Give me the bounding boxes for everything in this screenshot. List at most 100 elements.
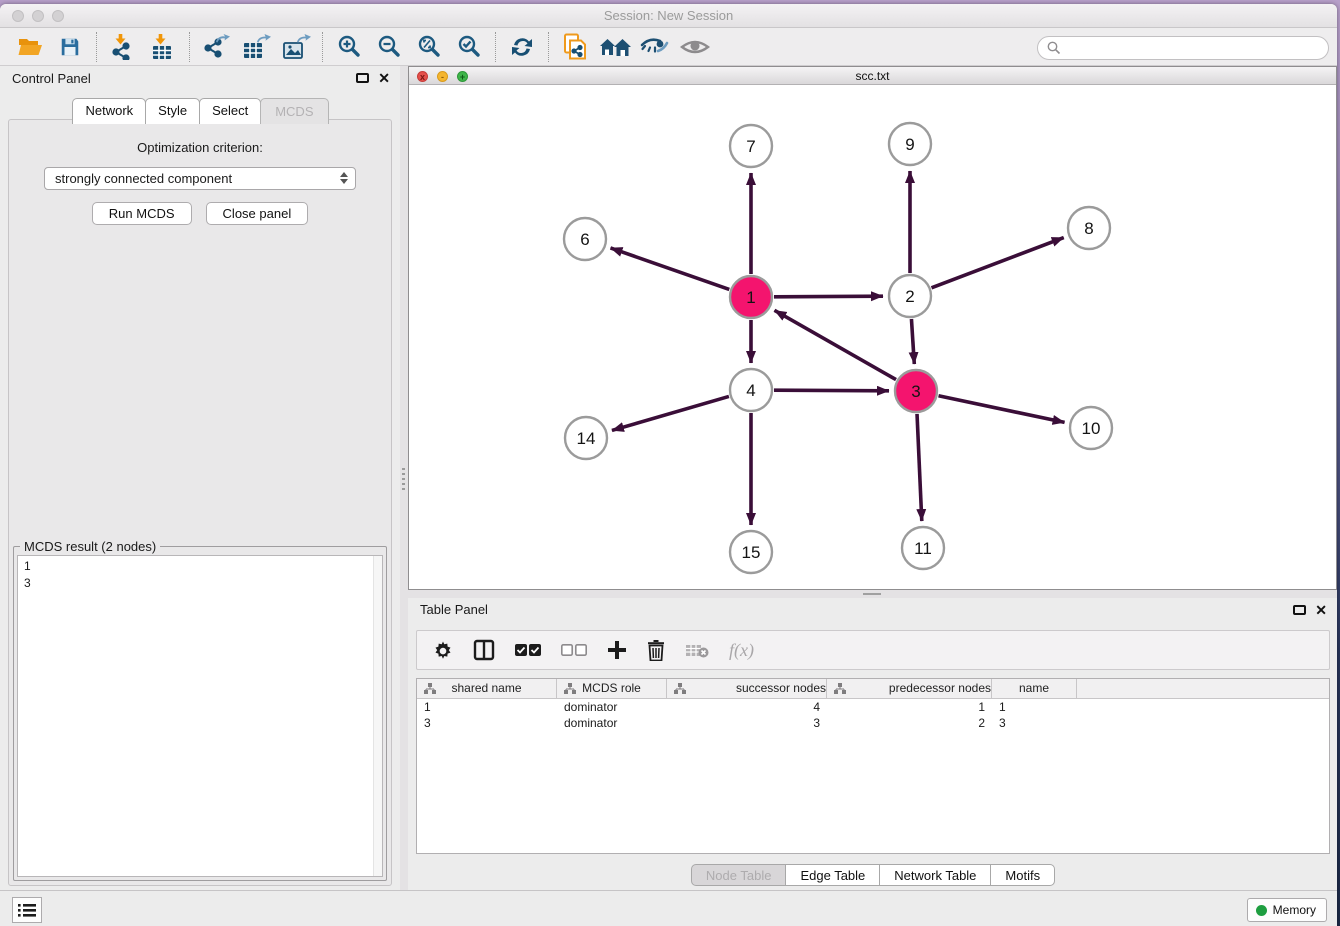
close-window-icon[interactable] (12, 10, 24, 22)
show-all-button[interactable] (675, 31, 715, 63)
net-close-icon[interactable]: x (417, 71, 428, 82)
clone-network-button[interactable] (555, 31, 595, 63)
close-panel-button[interactable]: Close panel (206, 202, 309, 225)
net-maximize-icon[interactable]: + (457, 71, 468, 82)
graph-node-9[interactable]: 9 (889, 123, 931, 165)
edge-1-6[interactable] (610, 248, 729, 290)
column-header-successor-nodes[interactable]: successor nodes (667, 679, 827, 698)
tab-select[interactable]: Select (199, 98, 261, 124)
table-cell[interactable]: 1 (417, 699, 557, 715)
save-session-button[interactable] (50, 31, 90, 63)
graph-node-11[interactable]: 11 (902, 527, 944, 569)
edge-4-14[interactable] (612, 396, 729, 430)
columns-icon (473, 639, 495, 661)
table-cell[interactable]: 1 (827, 699, 992, 715)
network-graph[interactable]: 7 9 6 8 1 2 4 3 14 10 15 11 (409, 86, 1336, 591)
result-scrollbar[interactable] (373, 556, 382, 876)
toggle-column-view-button[interactable] (473, 636, 495, 664)
export-table-button[interactable] (236, 31, 276, 63)
horizontal-splitter[interactable] (408, 590, 1337, 598)
deselect-all-columns-button[interactable] (561, 636, 587, 664)
close-panel-icon[interactable]: ✕ (378, 71, 390, 85)
tab-node-table[interactable]: Node Table (691, 864, 787, 886)
hide-selected-button[interactable] (635, 31, 675, 63)
optimization-select[interactable]: strongly connected component (44, 167, 356, 190)
graph-node-6[interactable]: 6 (564, 218, 606, 260)
table-cell[interactable]: 2 (827, 715, 992, 731)
graph-node-1[interactable]: 1 (730, 276, 772, 318)
graph-node-7[interactable]: 7 (730, 125, 772, 167)
tab-network[interactable]: Network (72, 98, 146, 124)
float-table-panel-icon[interactable] (1293, 605, 1306, 615)
search-input[interactable] (1037, 36, 1329, 60)
apply-layout-button[interactable] (502, 31, 542, 63)
tab-network-table[interactable]: Network Table (879, 864, 991, 886)
column-header-name[interactable]: name (992, 679, 1077, 698)
column-header-shared-name[interactable]: shared name (417, 679, 557, 698)
minimize-window-icon[interactable] (32, 10, 44, 22)
import-table-button[interactable] (143, 31, 183, 63)
edge-1-2[interactable] (774, 296, 883, 297)
task-history-button[interactable] (12, 897, 42, 923)
import-network-button[interactable] (103, 31, 143, 63)
edge-2-3[interactable] (911, 319, 914, 364)
zoom-out-button[interactable] (369, 31, 409, 63)
edge-2-8[interactable] (932, 238, 1064, 288)
table-settings-button[interactable] (433, 636, 453, 664)
export-image-icon (281, 34, 311, 60)
column-header-MCDS-role[interactable]: MCDS role (557, 679, 667, 698)
table-cell[interactable]: dominator (557, 715, 667, 731)
export-image-button[interactable] (276, 31, 316, 63)
delete-column-button[interactable] (647, 636, 665, 664)
mcds-result-text[interactable]: 1 3 (17, 555, 383, 877)
export-network-button[interactable] (196, 31, 236, 63)
graph-node-15[interactable]: 15 (730, 531, 772, 573)
graph-node-8[interactable]: 8 (1068, 207, 1110, 249)
table-cell[interactable]: dominator (557, 699, 667, 715)
select-all-columns-button[interactable] (515, 636, 541, 664)
create-column-button[interactable] (607, 636, 627, 664)
graph-node-2[interactable]: 2 (889, 275, 931, 317)
float-panel-icon[interactable] (356, 73, 369, 83)
first-neighbors-button[interactable] (595, 31, 635, 63)
zoom-selected-button[interactable] (449, 31, 489, 63)
zoom-out-icon (376, 34, 402, 60)
network-window: x - + scc.txt 7968124314101511 (408, 66, 1337, 590)
table-cell[interactable]: 3 (667, 715, 827, 731)
node-table[interactable]: shared nameMCDS rolesuccessor nodesprede… (416, 678, 1330, 854)
zoom-fit-button[interactable] (409, 31, 449, 63)
run-mcds-button[interactable]: Run MCDS (92, 202, 192, 225)
table-cell[interactable]: 4 (667, 699, 827, 715)
edge-3-11[interactable] (917, 414, 922, 521)
edge-3-1[interactable] (774, 310, 896, 379)
memory-label: Memory (1273, 903, 1316, 917)
table-cell[interactable]: 3 (992, 715, 1077, 731)
graph-node-10[interactable]: 10 (1070, 407, 1112, 449)
edge-3-10[interactable] (939, 396, 1065, 423)
tab-motifs[interactable]: Motifs (990, 864, 1055, 886)
table-row[interactable]: 1dominator411 (417, 699, 1329, 715)
edge-4-3[interactable] (774, 390, 889, 391)
net-minimize-icon[interactable]: - (437, 71, 448, 82)
traffic-lights[interactable] (12, 10, 64, 22)
open-file-button[interactable] (10, 31, 50, 63)
column-header-predecessor-nodes[interactable]: predecessor nodes (827, 679, 992, 698)
table-cell[interactable]: 1 (992, 699, 1077, 715)
delete-table-button[interactable] (685, 636, 709, 664)
graph-node-4[interactable]: 4 (730, 369, 772, 411)
tab-mcds[interactable]: MCDS (260, 98, 328, 124)
function-builder-button[interactable]: f(x) (729, 636, 754, 664)
vertical-splitter[interactable] (400, 66, 408, 890)
table-row[interactable]: 3dominator323 (417, 715, 1329, 731)
graph-node-3[interactable]: 3 (895, 370, 937, 412)
maximize-window-icon[interactable] (52, 10, 64, 22)
tab-style[interactable]: Style (145, 98, 200, 124)
close-table-panel-icon[interactable]: ✕ (1315, 603, 1327, 617)
graph-node-14[interactable]: 14 (565, 417, 607, 459)
table-cell[interactable]: 3 (417, 715, 557, 731)
network-canvas[interactable]: 7 9 6 8 1 2 4 3 14 10 15 11 (409, 86, 1336, 589)
tab-edge-table[interactable]: Edge Table (785, 864, 880, 886)
zoom-in-button[interactable] (329, 31, 369, 63)
select-stepper-icon (340, 172, 348, 184)
memory-button[interactable]: Memory (1247, 898, 1327, 922)
